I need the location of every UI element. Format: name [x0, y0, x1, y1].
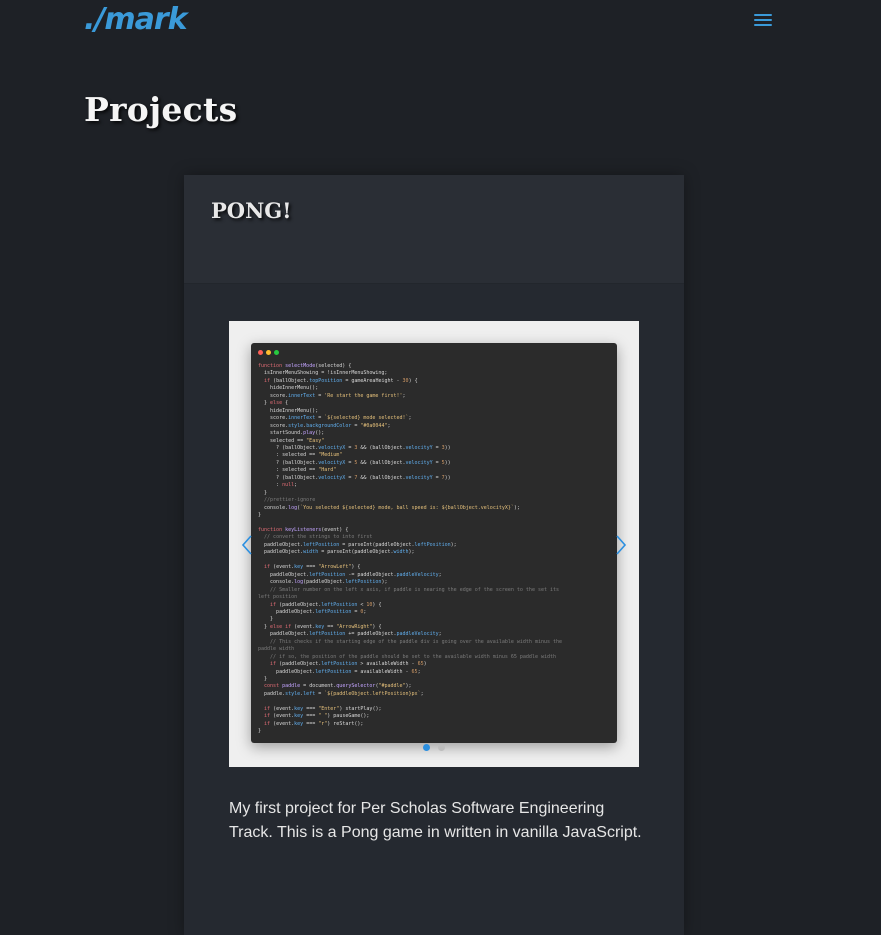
carousel-prev-button[interactable]: [237, 533, 257, 557]
chevron-left-icon: [241, 535, 252, 555]
page-title: Projects: [84, 90, 238, 129]
project-card-header: PONG!: [184, 175, 684, 284]
site-logo[interactable]: ./mark: [84, 1, 188, 39]
project-title: PONG!: [211, 198, 292, 223]
navbar: ./mark: [0, 0, 881, 50]
carousel-next-button[interactable]: [611, 533, 631, 557]
carousel-indicator-2[interactable]: [438, 744, 445, 751]
project-description: My first project for Per Scholas Softwar…: [229, 800, 642, 841]
carousel-indicators: [229, 744, 639, 751]
chevron-right-icon: [616, 535, 627, 555]
carousel-indicator-1[interactable]: [423, 744, 430, 751]
window-controls: [258, 350, 279, 355]
hamburger-menu-icon: [754, 13, 772, 27]
project-image-carousel[interactable]: function selectMode(selected) { isInnerM…: [229, 321, 639, 767]
menu-button[interactable]: [751, 9, 775, 31]
code-snippet-graphic: function selectMode(selected) { isInnerM…: [258, 363, 563, 735]
project-card: PONG! function selectMode(selected) { is…: [184, 175, 684, 935]
code-screenshot-image: function selectMode(selected) { isInnerM…: [251, 343, 617, 743]
